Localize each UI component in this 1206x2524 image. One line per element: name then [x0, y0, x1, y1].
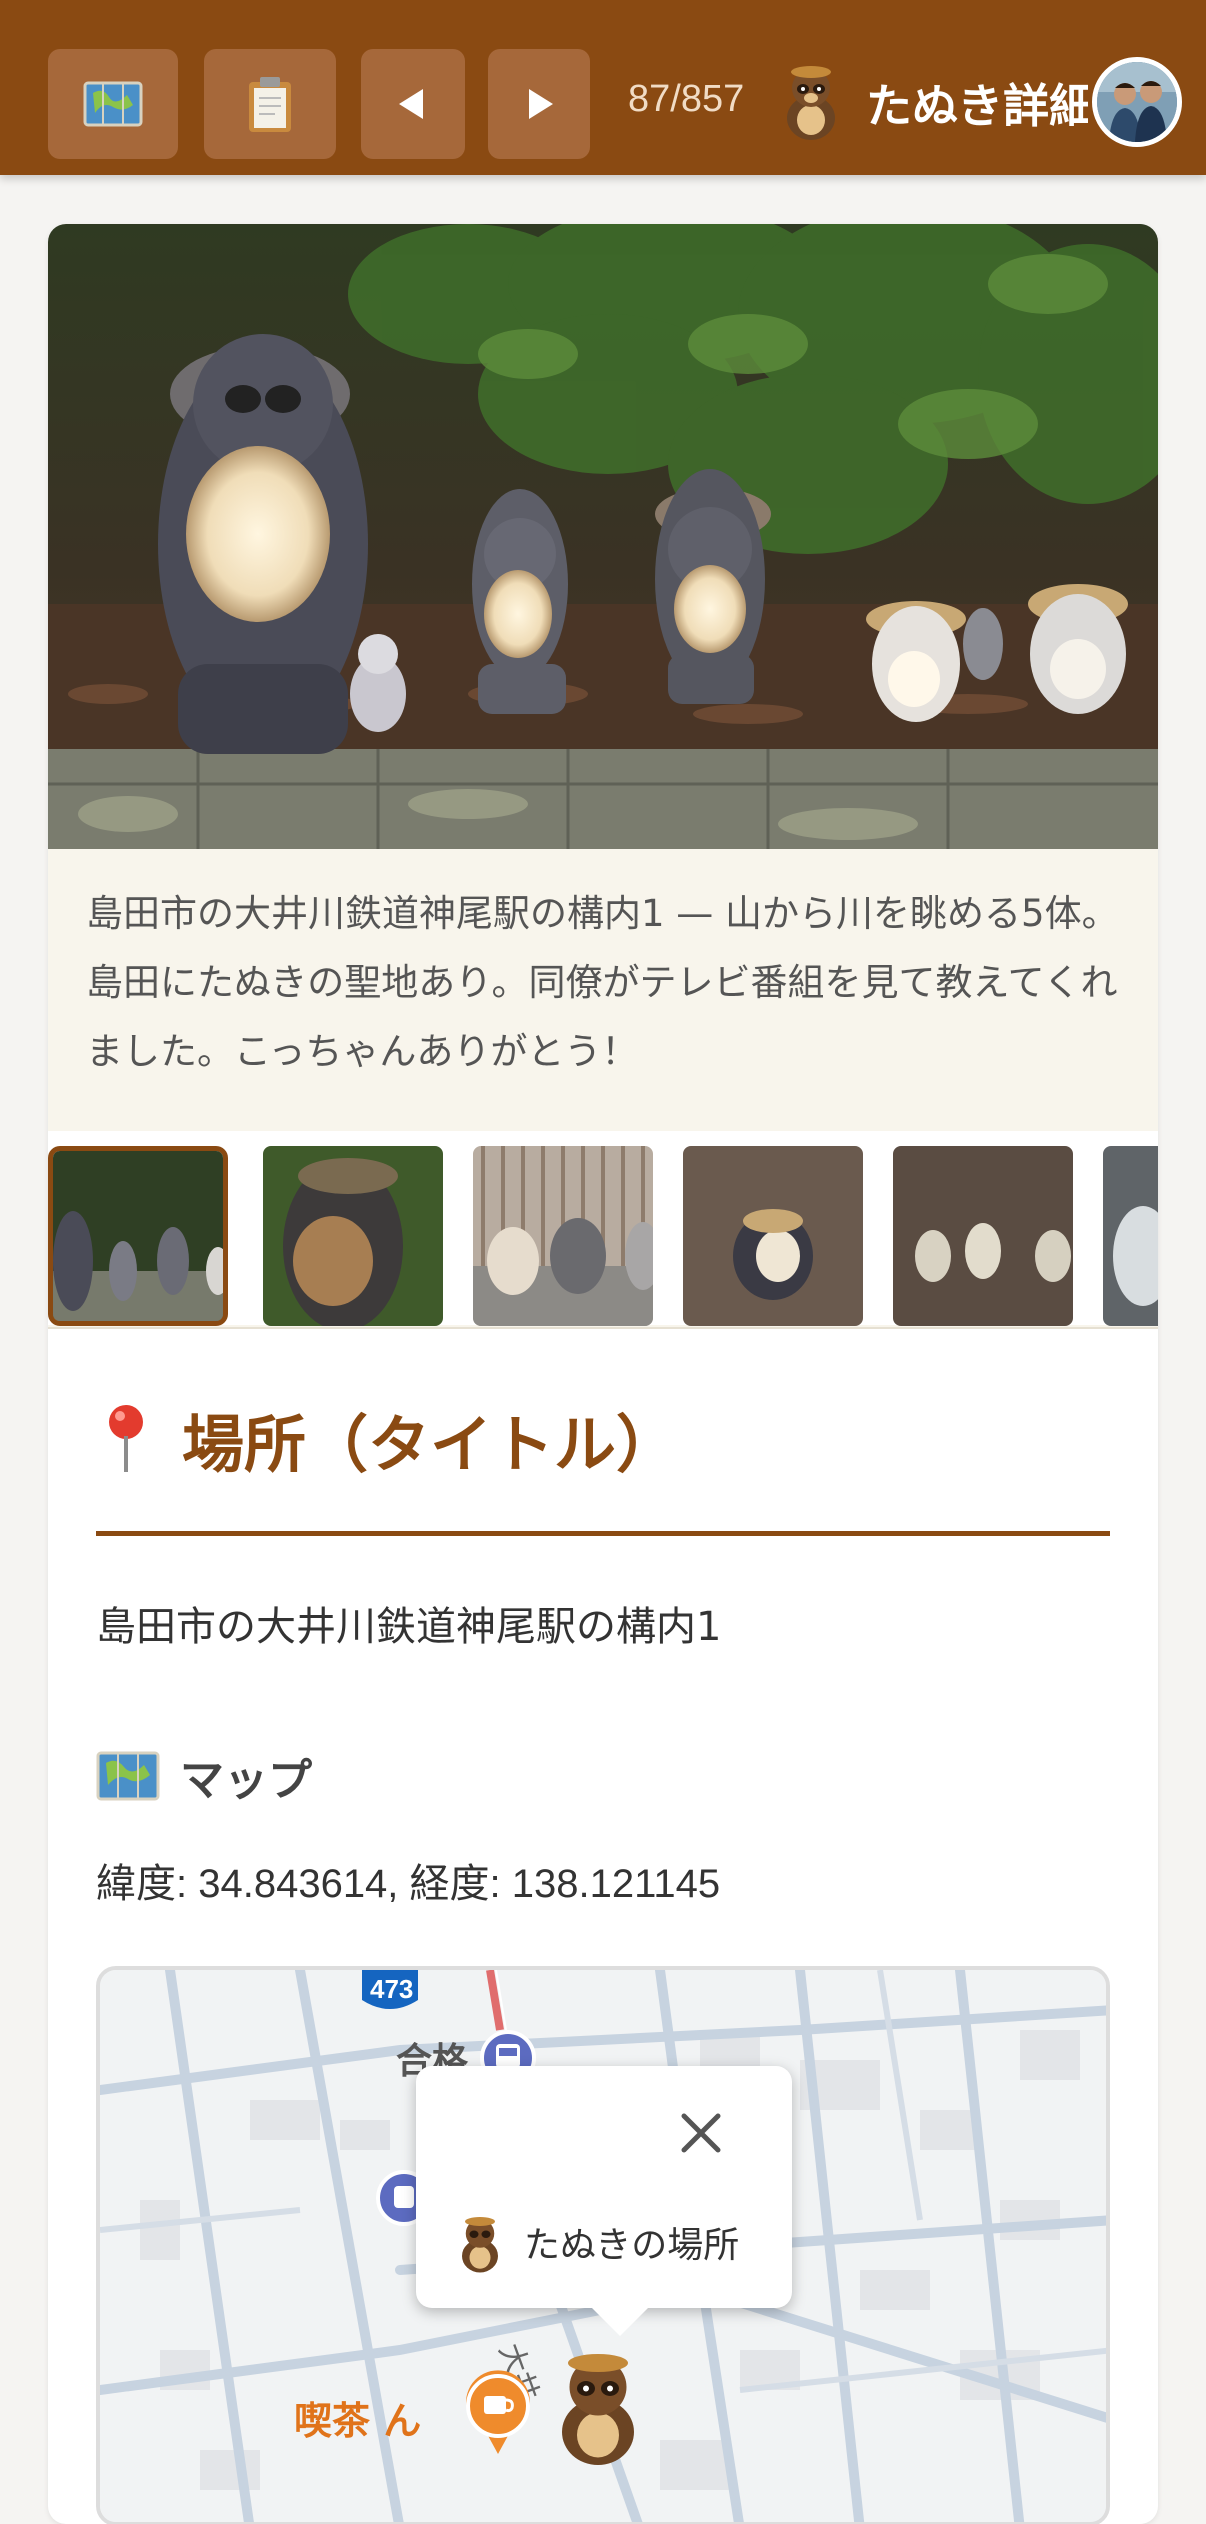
- tanuki-marker-icon[interactable]: [550, 2348, 646, 2468]
- section-divider: [96, 1531, 1110, 1536]
- poi-label: 喫茶 ん: [294, 2399, 422, 2443]
- list-button[interactable]: [204, 49, 336, 159]
- page-title: たぬき詳細: [866, 79, 1088, 133]
- location-map[interactable]: 473 合格 たぬきの場所 大井 喫茶 ん: [96, 1966, 1110, 2524]
- triangle-right-icon: [529, 89, 553, 119]
- coordinates-text: 緯度: 34.843614, 経度: 138.121145: [96, 1862, 721, 1906]
- map-icon: [83, 81, 143, 127]
- thumbnail-1[interactable]: [48, 1146, 228, 1326]
- thumbnail-4[interactable]: [683, 1146, 863, 1326]
- tanuki-icon: [462, 2217, 498, 2273]
- map-heading-text: マップ: [180, 1755, 312, 1806]
- photo-counter: 87/857: [628, 78, 745, 120]
- close-icon[interactable]: [676, 2108, 726, 2158]
- map-button[interactable]: [48, 49, 178, 159]
- tanuki-statues-photo: [48, 224, 1158, 849]
- thumbnail-6[interactable]: [1103, 1146, 1158, 1326]
- popup-tail: [588, 2304, 652, 2336]
- thumbnail-3[interactable]: [473, 1146, 653, 1326]
- thumbnail-strip[interactable]: [48, 1131, 1158, 1326]
- map-popup: たぬきの場所: [416, 2066, 792, 2336]
- thumbnail-5[interactable]: [893, 1146, 1073, 1326]
- top-bar: 87/857 たぬき詳細: [0, 0, 1206, 175]
- user-avatar[interactable]: [1092, 57, 1182, 147]
- tanuki-detail-card: 島田市の大井川鉄道神尾駅の構内1 — 山から川を眺める5体。島田にたぬきの聖地あ…: [48, 224, 1158, 2524]
- location-text: 島田市の大井川鉄道神尾駅の構内1: [96, 1604, 722, 1650]
- caption-text: 島田市の大井川鉄道神尾駅の構内1 — 山から川を眺める5体。島田にたぬきの聖地あ…: [86, 892, 1119, 1073]
- world-map-icon: [96, 1751, 160, 1801]
- triangle-left-icon: [399, 89, 423, 119]
- thumbnail-2[interactable]: [263, 1146, 443, 1326]
- main-photo[interactable]: [48, 224, 1158, 849]
- coffee-icon: [466, 2370, 530, 2454]
- clipboard-icon: [249, 77, 291, 132]
- location-heading: 場所（タイトル）: [96, 1394, 678, 1484]
- location-heading-text: 場所（タイトル）: [182, 1408, 679, 1481]
- tanuki-icon: [787, 66, 835, 140]
- next-button[interactable]: [488, 49, 590, 159]
- map-heading: マップ: [96, 1744, 312, 1808]
- pin-icon: [109, 1405, 143, 1472]
- popup-label: たぬきの場所: [524, 2225, 740, 2266]
- avatar-photo: [1097, 62, 1177, 142]
- prev-button[interactable]: [361, 49, 465, 159]
- route-number-label: 473: [370, 1974, 414, 2004]
